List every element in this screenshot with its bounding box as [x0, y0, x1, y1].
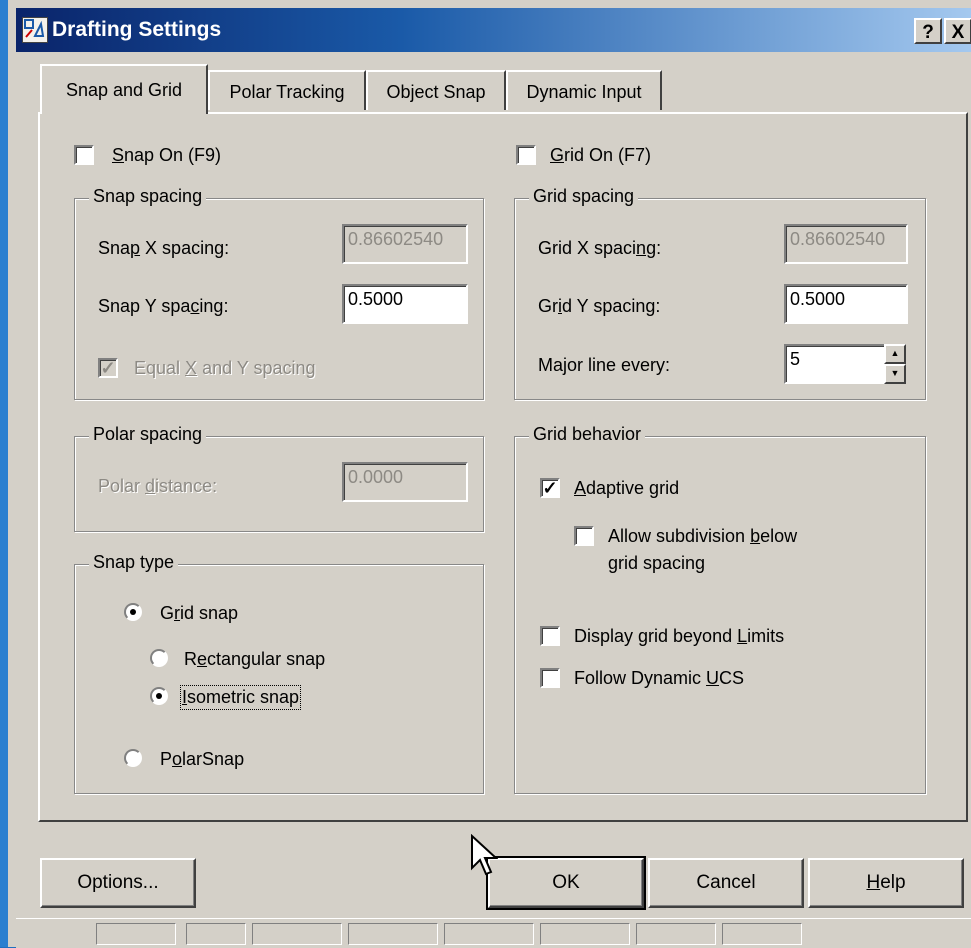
tab-polar-tracking[interactable]: Polar Tracking [208, 70, 366, 110]
tab-object-snap[interactable]: Object Snap [366, 70, 506, 110]
major-line-label: Major line every: [538, 355, 671, 375]
rectangular-snap-label[interactable]: Rectangular snap [184, 649, 325, 670]
allow-subdivision-checkbox[interactable] [574, 526, 594, 546]
equal-xy-label: Equal X and Y spacing [134, 358, 316, 378]
help-button[interactable]: Help [808, 858, 964, 908]
polarsnap-radio[interactable] [124, 749, 142, 767]
tab-label: Polar Tracking [229, 82, 345, 102]
grid-x-spacing-input: 0.86602540 [784, 224, 908, 264]
major-line-spinner[interactable]: ▲ ▼ [884, 344, 906, 384]
tab-dynamic-input[interactable]: Dynamic Input [506, 70, 662, 110]
grid-on-label[interactable]: Grid On (F7) [550, 145, 651, 166]
background-status-bar [16, 918, 971, 948]
options-button[interactable]: Options... [40, 858, 196, 908]
grid-x-label: Grid X spacing: [538, 238, 662, 258]
tab-label: Object Snap [386, 82, 486, 102]
tab-snap-and-grid[interactable]: Snap and Grid [40, 64, 208, 114]
isometric-snap-label[interactable]: Isometric snap [179, 685, 302, 710]
polarsnap-label[interactable]: PolarSnap [160, 749, 244, 770]
grid-y-spacing-input[interactable]: 0.5000 [784, 284, 908, 324]
snap-on-checkbox[interactable] [74, 145, 94, 165]
snap-y-label: Snap Y spacing: [98, 296, 229, 316]
grid-behavior-legend: Grid behavior [529, 424, 646, 445]
snap-x-spacing-input: 0.86602540 [342, 224, 468, 264]
window-title: Drafting Settings [52, 18, 222, 41]
snap-type-legend: Snap type [89, 552, 179, 573]
help-title-button[interactable]: ? [914, 18, 942, 44]
app-icon [22, 17, 48, 43]
grid-spacing-legend: Grid spacing [529, 186, 639, 207]
adaptive-grid-label[interactable]: Adaptive grid [574, 478, 679, 499]
tab-label: Dynamic Input [526, 82, 642, 102]
allow-subdivision-label-line2[interactable]: grid spacing [608, 553, 705, 574]
mouse-cursor-icon [471, 834, 498, 876]
polar-distance-label: Polar distance: [98, 476, 218, 496]
ok-button[interactable]: OK [486, 856, 646, 910]
display-beyond-limits-label[interactable]: Display grid beyond Limits [574, 626, 784, 647]
title-bar[interactable]: Drafting Settings ? X [16, 8, 971, 52]
spin-down-icon[interactable]: ▼ [884, 364, 906, 384]
snap-y-spacing-input[interactable]: 0.5000 [342, 284, 468, 324]
tab-label: Snap and Grid [65, 80, 183, 100]
grid-y-label: Grid Y spacing: [538, 296, 661, 316]
equal-xy-checkbox: ✓ [98, 358, 118, 378]
major-line-input[interactable]: 5 [784, 344, 886, 384]
follow-dynamic-ucs-label[interactable]: Follow Dynamic UCS [574, 668, 744, 689]
cancel-button[interactable]: Cancel [648, 858, 804, 908]
close-title-button[interactable]: X [944, 18, 971, 44]
grid-snap-radio[interactable] [124, 603, 142, 621]
follow-dynamic-ucs-checkbox[interactable] [540, 668, 560, 688]
grid-snap-label[interactable]: Grid snap [160, 603, 238, 624]
polar-distance-input: 0.0000 [342, 462, 468, 502]
isometric-snap-radio[interactable] [150, 687, 168, 705]
snap-x-label: Snap X spacing: [98, 238, 230, 258]
drafting-settings-dialog: Drafting Settings ? X Snap and Grid Pola… [0, 0, 971, 948]
allow-subdivision-label[interactable]: Allow subdivision below [608, 526, 797, 547]
snap-on-label[interactable]: Snap On (F9) [112, 145, 221, 166]
grid-on-checkbox[interactable] [516, 145, 536, 165]
polar-spacing-legend: Polar spacing [89, 424, 207, 445]
snap-spacing-legend: Snap spacing [89, 186, 207, 207]
adaptive-grid-checkbox[interactable]: ✓ [540, 478, 560, 498]
display-beyond-limits-checkbox[interactable] [540, 626, 560, 646]
rectangular-snap-radio[interactable] [150, 649, 168, 667]
spin-up-icon[interactable]: ▲ [884, 344, 906, 364]
